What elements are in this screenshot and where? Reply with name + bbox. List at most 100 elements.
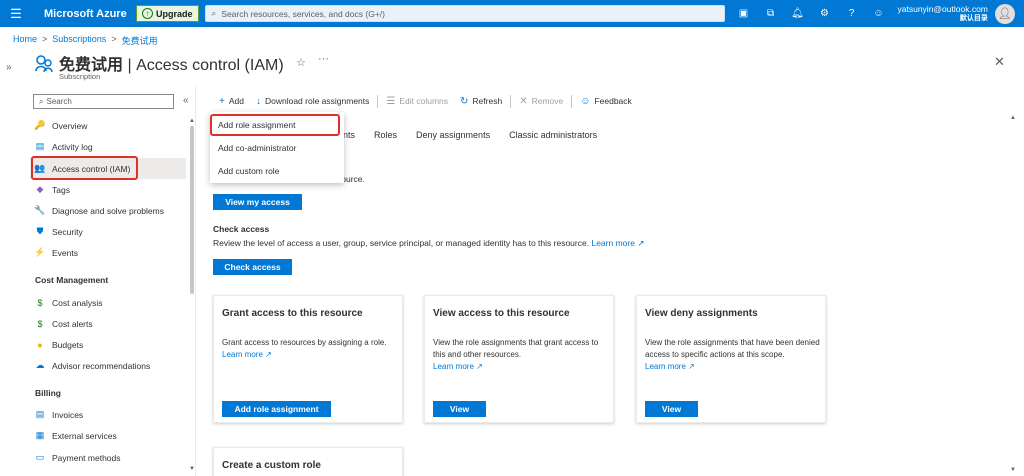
main-scroll-up-icon[interactable]: ▲ — [1010, 115, 1016, 121]
collapse-menu-icon[interactable]: « — [183, 95, 189, 106]
more-options-icon[interactable]: ··· — [318, 53, 329, 65]
sidebar-item-advisor-recommendations[interactable]: ☁ Advisor recommendations — [30, 355, 186, 376]
sidebar-item-tags[interactable]: ◆ Tags — [30, 179, 186, 200]
key-icon: 🔑 — [34, 120, 46, 130]
breadcrumb-separator: > — [111, 34, 117, 44]
command-label: Download role assignments — [264, 96, 370, 106]
refresh-button[interactable]: ↻ Refresh — [454, 93, 508, 109]
menu-search-placeholder: Search — [46, 97, 72, 106]
external-link-icon: ↗ — [473, 362, 483, 371]
scroll-down-icon[interactable]: ▼ — [189, 466, 195, 472]
global-search-placeholder: Search resources, services, and docs (G+… — [221, 8, 385, 19]
sidebar-item-label: Diagnose and solve problems — [52, 205, 164, 216]
sidebar-item-label: Tags — [52, 184, 70, 195]
sidebar-item-security[interactable]: ⛊ Security — [30, 221, 186, 242]
sidebar-item-activity-log[interactable]: ▤ Activity log — [30, 136, 186, 157]
card-title: Create a custom role — [222, 460, 321, 471]
check-access-button[interactable]: Check access — [213, 259, 292, 275]
command-label: Refresh — [472, 96, 503, 106]
action-card: View access to this resource View the rol… — [424, 295, 614, 423]
account-menu[interactable]: yatsunyin@outlook.com 默认目录 — [898, 4, 988, 24]
favorite-star-icon[interactable]: ☆ — [296, 56, 306, 69]
learn-more-label: Learn more — [645, 362, 686, 371]
sidebar-item-diagnose-and-solve-problems[interactable]: 🔧 Diagnose and solve problems — [30, 200, 186, 221]
account-directory: 默认目录 — [959, 14, 988, 22]
sidebar-item-payment-methods[interactable]: ▭ Payment methods — [30, 447, 186, 468]
notifications-icon[interactable]: 🔔︎ — [791, 8, 804, 19]
sidebar-item-budgets[interactable]: ● Budgets — [30, 334, 186, 355]
highlight-add-role-assignment — [210, 114, 340, 136]
sidebar-item-label: Payment methods — [52, 452, 121, 463]
command-label: Add — [228, 96, 244, 106]
menu-scrollbar[interactable] — [190, 126, 194, 294]
menu-item-add-custom-role[interactable]: Add custom role — [210, 160, 344, 182]
sidebar-item-cost-alerts[interactable]: $ Cost alerts — [30, 313, 186, 334]
card-title: View access to this resource — [433, 308, 570, 319]
action-card: View deny assignments View the role assig… — [636, 295, 826, 423]
sidebar-section-header: Billing — [35, 388, 61, 398]
invoices-icon: ▤ — [35, 409, 45, 419]
sidebar-item-external-services[interactable]: ▦ External services — [30, 425, 186, 446]
sidebar-item-cost-analysis[interactable]: $ Cost analysis — [30, 292, 186, 313]
check-access-learn-more-link[interactable]: Learn more ↗ — [591, 238, 644, 248]
tab-role-assignments[interactable]: nts — [343, 130, 355, 140]
shield-icon: ⛊ — [36, 226, 44, 236]
breadcrumb-separator: > — [42, 34, 48, 44]
cloud-shell-icon[interactable]: ▣ — [739, 8, 749, 19]
view-button[interactable]: View — [433, 401, 486, 417]
card-description-text: View the role assignments that grant acc… — [433, 338, 599, 359]
sidebar-item-label: Security — [52, 226, 83, 237]
external-link-icon: ↗ — [637, 238, 645, 248]
download-icon: ↓ — [255, 95, 261, 107]
feedback-icon[interactable]: ☺ — [873, 8, 883, 19]
main-scroll-down-icon[interactable]: ▼ — [1010, 467, 1016, 473]
settings-icon[interactable]: ⚙ — [820, 8, 830, 19]
payment-methods-icon: ▭ — [35, 452, 45, 462]
command-label: Feedback — [594, 96, 632, 106]
avatar[interactable]: 👤︎ — [994, 3, 1015, 24]
upgrade-button[interactable]: ↑ Upgrade — [136, 5, 199, 22]
view-my-access-button[interactable]: View my access — [213, 194, 302, 210]
tab-classic-administrators[interactable]: Classic administrators — [509, 130, 597, 140]
expand-menu-icon[interactable]: » — [6, 62, 12, 73]
breadcrumb-subscriptions[interactable]: Subscriptions — [52, 34, 106, 47]
card-learn-more-link[interactable]: Learn more ↗ — [645, 362, 695, 371]
top-bar: ☰ Microsoft Azure ↑ Upgrade ⌕ Search res… — [0, 0, 1024, 27]
cost-alerts-icon: $ — [37, 318, 43, 329]
breadcrumb-home[interactable]: Home — [13, 34, 37, 47]
tab-deny-assignments[interactable]: Deny assignments — [416, 130, 490, 140]
scroll-up-icon[interactable]: ▲ — [189, 118, 195, 124]
card-description-text: View the role assignments that have been… — [645, 338, 820, 359]
hamburger-icon[interactable]: ☰ — [0, 0, 32, 27]
sidebar-item-events[interactable]: ⚡ Events — [30, 242, 186, 263]
sidebar-item-label: Events — [52, 247, 78, 258]
breadcrumb-subscription[interactable]: 免费试用 — [122, 34, 158, 47]
tab-roles[interactable]: Roles — [374, 130, 397, 140]
global-search-input[interactable]: ⌕ Search resources, services, and docs (… — [204, 5, 725, 22]
view-button[interactable]: View — [645, 401, 698, 417]
add-role-assignment-button[interactable]: Add role assignment — [222, 401, 331, 417]
sidebar-item-label: Invoices — [52, 409, 84, 420]
page-title-separator: | — [123, 57, 137, 74]
download-role-assignments-button[interactable]: ↓ Download role assignments — [250, 93, 375, 109]
command-bar: + Add ↓ Download role assignments ☰ Edit colu… — [213, 93, 638, 109]
external-services-icon: ▦ — [35, 430, 45, 440]
action-card: Create a custom role — [213, 447, 403, 476]
portal-brand[interactable]: Microsoft Azure — [44, 8, 130, 20]
card-learn-more-link[interactable]: Learn more ↗ — [433, 362, 483, 371]
card-description: Grant access to resources by assigning a… — [222, 337, 397, 361]
add-button[interactable]: + Add — [213, 93, 250, 109]
sidebar-item-invoices[interactable]: ▤ Invoices — [30, 404, 186, 425]
directory-filter-icon[interactable]: ⧉ — [766, 8, 776, 19]
feedback-button[interactable]: ☺ Feedback — [574, 93, 638, 109]
learn-more-label: Learn more — [222, 350, 263, 359]
page-subtitle: Subscription — [59, 72, 101, 81]
sidebar-item-overview[interactable]: 🔑 Overview — [30, 115, 186, 136]
breadcrumb: Home > Subscriptions > 免费试用 — [13, 34, 158, 47]
help-icon[interactable]: ? — [847, 8, 857, 19]
refresh-icon: ↻ — [460, 95, 469, 107]
card-learn-more-link[interactable]: Learn more ↗ — [222, 350, 272, 359]
close-icon[interactable]: ✕ — [994, 54, 1005, 70]
menu-search-input[interactable]: ⌕ Search — [33, 94, 174, 109]
menu-item-add-co-administrator[interactable]: Add co-administrator — [210, 137, 344, 159]
